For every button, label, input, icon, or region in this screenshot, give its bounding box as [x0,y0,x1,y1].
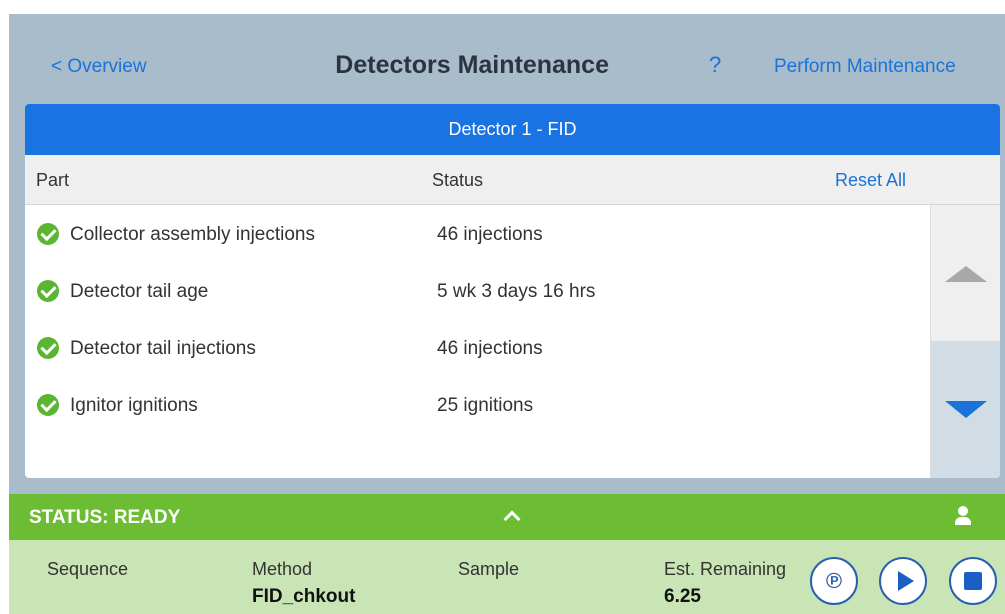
user-icon[interactable] [953,506,973,528]
run-info-panel: Sequence Method FID_chkout Sample Est. R… [9,540,1005,614]
triangle-up-icon [945,266,987,282]
reset-all-button[interactable]: Reset All [835,170,906,191]
sample-label: Sample [458,559,520,579]
part-name: Detector tail injections [70,338,256,359]
check-circle-icon [37,394,59,416]
play-icon [898,571,914,591]
scroll-down-button[interactable] [930,341,1000,478]
help-icon[interactable]: ? [709,52,721,78]
est-remaining-value: 6.25 [664,586,701,607]
triangle-down-icon [945,401,987,418]
check-circle-icon [37,337,59,359]
detector-maintenance-card: Detector 1 - FID Part Status Reset All C… [25,104,1000,478]
table-header: Part Status Reset All [25,155,1000,205]
prep-run-button[interactable]: ℗ [810,557,858,605]
stop-run-button[interactable] [949,557,997,605]
check-circle-icon [37,223,59,245]
part-status: 46 injections [437,224,543,245]
sequence-label: Sequence [47,559,129,579]
part-status: 46 injections [437,338,543,359]
method-value: FID_chkout [252,586,356,607]
user-icon-body [955,517,971,525]
table-row[interactable]: Ignitor ignitions 25 ignitions [25,376,930,433]
part-status: 25 ignitions [437,395,534,416]
perform-maintenance-link[interactable]: Perform Maintenance [774,56,956,78]
check-circle-icon [37,280,59,302]
card-title: Detector 1 - FID [25,104,1000,155]
chevron-up-icon[interactable] [503,508,519,524]
part-name: Ignitor ignitions [70,395,198,416]
status-bar: STATUS: READY [9,494,1005,540]
prep-run-icon: ℗ [825,568,843,593]
part-name: Detector tail age [70,281,209,302]
column-header-part: Part [36,170,70,190]
scroll-up-button[interactable] [930,205,1000,341]
user-icon-head [958,506,968,516]
table-row[interactable]: Collector assembly injections 46 injecti… [25,205,930,262]
part-name: Collector assembly injections [70,224,315,245]
method-label: Method [252,559,313,579]
status-text: STATUS: READY [29,507,181,528]
parts-list: Collector assembly injections 46 injecti… [25,205,930,433]
table-row[interactable]: Detector tail injections 46 injections [25,319,930,376]
app-window: < Overview Detectors Maintenance ? Perfo… [0,0,1005,614]
start-run-button[interactable] [879,557,927,605]
est-remaining-label: Est. Remaining [664,559,787,579]
part-status: 5 wk 3 days 16 hrs [437,281,596,302]
column-header-status: Status [432,170,484,190]
table-row[interactable]: Detector tail age 5 wk 3 days 16 hrs [25,262,930,319]
stop-icon [964,572,982,590]
page-title: Detectors Maintenance [335,51,609,79]
